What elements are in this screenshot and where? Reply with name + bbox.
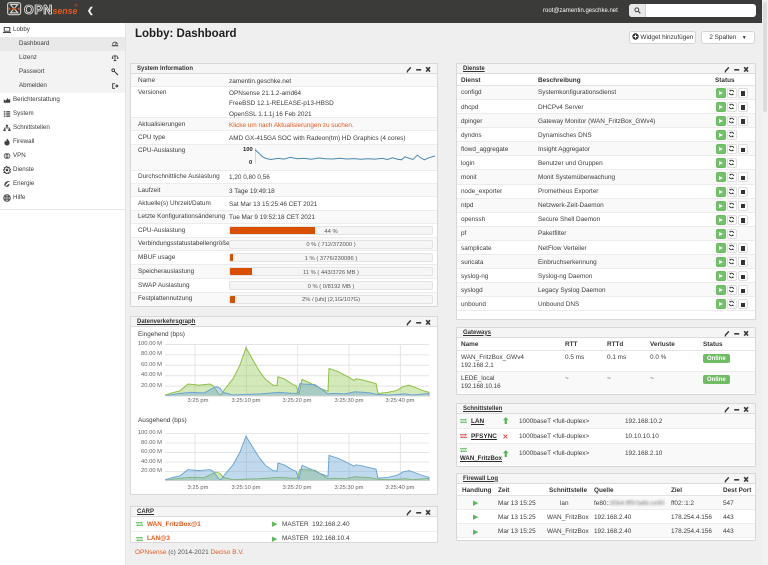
svg-text:OPN: OPN: [24, 3, 53, 16]
svg-text:®: ®: [75, 3, 79, 8]
